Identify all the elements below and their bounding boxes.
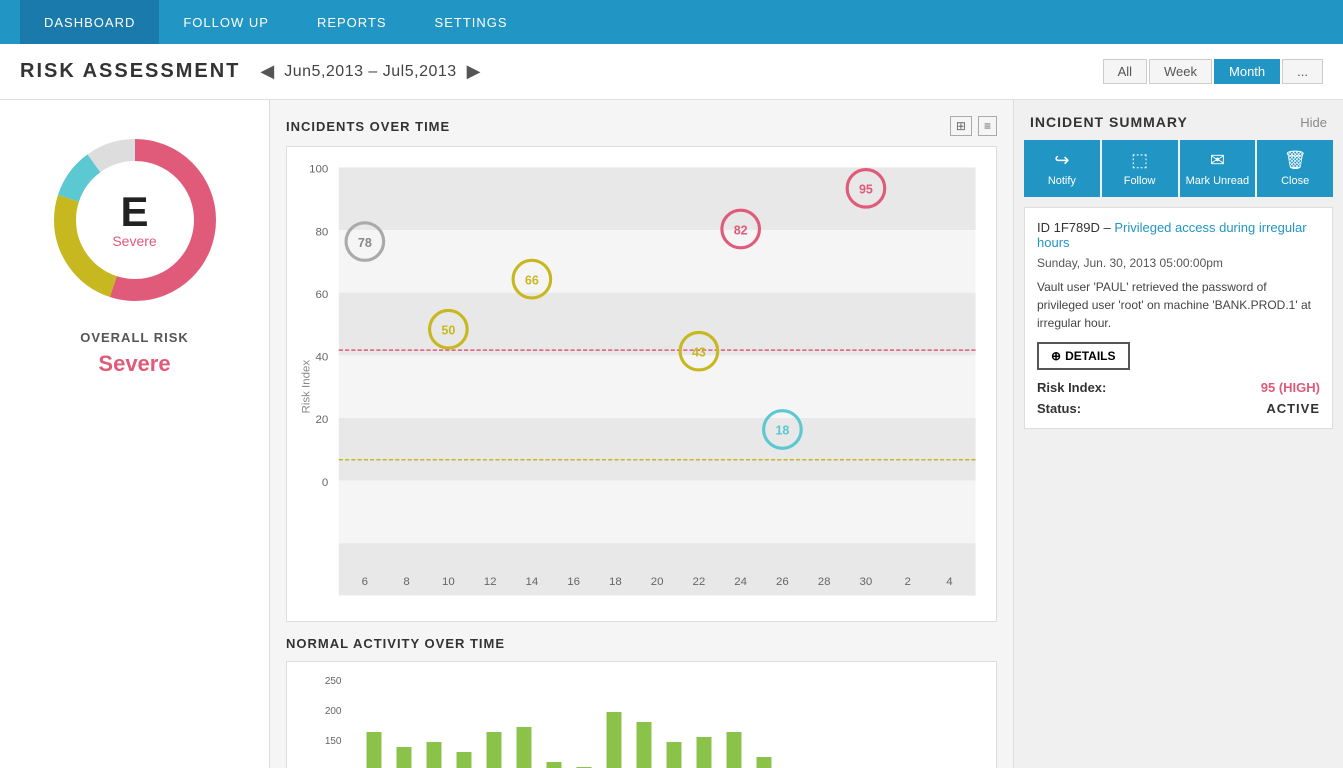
svg-text:82: 82 bbox=[734, 223, 748, 237]
donut-chart: E Severe bbox=[45, 130, 225, 310]
svg-text:0: 0 bbox=[322, 477, 328, 489]
incidents-title: INCIDENTS OVER TIME bbox=[286, 119, 450, 134]
right-panel: INCIDENT SUMMARY Hide ↪ Notify ⬚ Follow … bbox=[1013, 100, 1343, 768]
incident-description: Vault user 'PAUL' retrieved the password… bbox=[1037, 278, 1320, 332]
risk-index-value: 95 (HIGH) bbox=[1261, 380, 1320, 395]
svg-text:28: 28 bbox=[818, 576, 831, 588]
svg-text:2: 2 bbox=[905, 576, 911, 588]
svg-text:24: 24 bbox=[734, 576, 747, 588]
svg-text:22: 22 bbox=[693, 576, 706, 588]
svg-text:8: 8 bbox=[403, 576, 409, 588]
svg-text:4: 4 bbox=[946, 576, 953, 588]
nav-reports[interactable]: REPORTS bbox=[293, 0, 411, 44]
normal-activity-section-title: NORMAL ACTIVITY OVER TIME bbox=[286, 636, 997, 651]
svg-text:60: 60 bbox=[316, 289, 329, 301]
center-panel: INCIDENTS OVER TIME ⊞ ≡ 100 bbox=[270, 100, 1013, 768]
chart-view-scatter[interactable]: ⊞ bbox=[950, 116, 972, 136]
incidents-scatter-chart: 100 80 60 40 20 0 Risk Index 6 8 10 12 1… bbox=[297, 157, 986, 606]
svg-text:80: 80 bbox=[316, 226, 329, 238]
notify-button[interactable]: ↪ Notify bbox=[1024, 140, 1100, 197]
status-label: Status: bbox=[1037, 401, 1081, 416]
risk-sublabel: Severe bbox=[112, 233, 156, 249]
close-button[interactable]: 🗑 Close bbox=[1257, 140, 1333, 197]
svg-text:95: 95 bbox=[859, 183, 873, 197]
svg-text:6: 6 bbox=[362, 576, 368, 588]
svg-text:200: 200 bbox=[325, 706, 342, 717]
follow-label: Follow bbox=[1124, 175, 1156, 187]
svg-text:43: 43 bbox=[692, 345, 706, 359]
next-date-button[interactable]: ▶ bbox=[467, 61, 481, 82]
svg-text:250: 250 bbox=[325, 676, 342, 687]
svg-text:12: 12 bbox=[484, 576, 497, 588]
svg-text:30: 30 bbox=[860, 576, 873, 588]
close-icon: 🗑 bbox=[1284, 150, 1307, 171]
details-button[interactable]: ⊕ DETAILS bbox=[1037, 342, 1130, 370]
period-month[interactable]: Month bbox=[1214, 59, 1280, 84]
incident-summary-title: INCIDENT SUMMARY bbox=[1030, 114, 1188, 130]
follow-button[interactable]: ⬚ Follow bbox=[1102, 140, 1178, 197]
notify-label: Notify bbox=[1048, 175, 1076, 187]
page-title: RISK ASSESSMENT bbox=[20, 60, 240, 83]
notify-icon: ↪ bbox=[1054, 150, 1069, 171]
risk-index-label: Risk Index: bbox=[1037, 380, 1106, 395]
svg-text:10: 10 bbox=[442, 576, 455, 588]
chart-icon-buttons: ⊞ ≡ bbox=[950, 116, 997, 136]
date-range: Jun5,2013 – Jul5,2013 bbox=[284, 63, 456, 81]
incidents-chart-box: 100 80 60 40 20 0 Risk Index 6 8 10 12 1… bbox=[286, 146, 997, 622]
svg-text:16: 16 bbox=[567, 576, 580, 588]
normal-activity-chart-box: 250 200 150 0 bbox=[286, 661, 997, 768]
follow-icon: ⬚ bbox=[1131, 150, 1148, 171]
incident-id-prefix: ID 1F789D – bbox=[1037, 220, 1114, 235]
overall-risk-value: Severe bbox=[98, 351, 170, 377]
period-all[interactable]: All bbox=[1103, 59, 1147, 84]
svg-text:Risk Index: Risk Index bbox=[301, 360, 313, 414]
date-navigation: ◀ Jun5,2013 – Jul5,2013 ▶ bbox=[260, 61, 480, 82]
incident-summary-header: INCIDENT SUMMARY Hide bbox=[1014, 100, 1343, 140]
risk-index-row: Risk Index: 95 (HIGH) bbox=[1037, 380, 1320, 395]
prev-date-button[interactable]: ◀ bbox=[260, 61, 274, 82]
svg-text:20: 20 bbox=[651, 576, 664, 588]
incident-date: Sunday, Jun. 30, 2013 05:00:00pm bbox=[1037, 256, 1320, 270]
hide-link[interactable]: Hide bbox=[1300, 115, 1327, 130]
mark-unread-icon: ✉ bbox=[1210, 150, 1225, 171]
period-buttons: All Week Month ... bbox=[1103, 59, 1323, 84]
normal-activity-bar-chart: 250 200 150 0 bbox=[297, 672, 986, 768]
svg-text:40: 40 bbox=[316, 352, 329, 364]
svg-text:66: 66 bbox=[525, 273, 539, 287]
nav-followup[interactable]: FOLLOW UP bbox=[159, 0, 293, 44]
svg-text:14: 14 bbox=[526, 576, 539, 588]
close-label: Close bbox=[1281, 175, 1309, 187]
left-panel: E Severe OVERALL RISK Severe bbox=[0, 100, 270, 768]
svg-text:100: 100 bbox=[309, 164, 328, 176]
status-value: ACTIVE bbox=[1266, 401, 1320, 416]
incidents-section-title: INCIDENTS OVER TIME ⊞ ≡ bbox=[286, 116, 997, 136]
svg-text:18: 18 bbox=[775, 424, 789, 438]
overall-risk-label: OVERALL RISK bbox=[80, 330, 189, 345]
plus-icon: ⊕ bbox=[1051, 349, 1061, 363]
chart-view-list[interactable]: ≡ bbox=[978, 116, 997, 136]
svg-text:18: 18 bbox=[609, 576, 622, 588]
period-week[interactable]: Week bbox=[1149, 59, 1212, 84]
top-navigation: DASHBOARD FOLLOW UP REPORTS SETTINGS bbox=[0, 0, 1343, 44]
svg-text:26: 26 bbox=[776, 576, 789, 588]
normal-activity-title: NORMAL ACTIVITY OVER TIME bbox=[286, 636, 505, 651]
header-bar: RISK ASSESSMENT ◀ Jun5,2013 – Jul5,2013 … bbox=[0, 44, 1343, 100]
action-buttons-group: ↪ Notify ⬚ Follow ✉ Mark Unread 🗑 Close bbox=[1014, 140, 1343, 207]
donut-center: E Severe bbox=[112, 191, 156, 249]
mark-unread-button[interactable]: ✉ Mark Unread bbox=[1180, 140, 1256, 197]
incident-details: ID 1F789D – Privileged access during irr… bbox=[1024, 207, 1333, 429]
details-btn-label: DETAILS bbox=[1065, 349, 1115, 363]
svg-text:150: 150 bbox=[325, 736, 342, 747]
risk-grade: E bbox=[112, 191, 156, 233]
nav-dashboard[interactable]: DASHBOARD bbox=[20, 0, 159, 44]
svg-text:20: 20 bbox=[316, 414, 329, 426]
svg-text:78: 78 bbox=[358, 236, 372, 250]
status-row: Status: ACTIVE bbox=[1037, 401, 1320, 416]
svg-text:50: 50 bbox=[441, 323, 455, 337]
incident-id: ID 1F789D – Privileged access during irr… bbox=[1037, 220, 1320, 250]
period-more[interactable]: ... bbox=[1282, 59, 1323, 84]
main-content: E Severe OVERALL RISK Severe INCIDENTS O… bbox=[0, 100, 1343, 768]
nav-settings[interactable]: SETTINGS bbox=[411, 0, 532, 44]
mark-unread-label: Mark Unread bbox=[1186, 175, 1250, 187]
